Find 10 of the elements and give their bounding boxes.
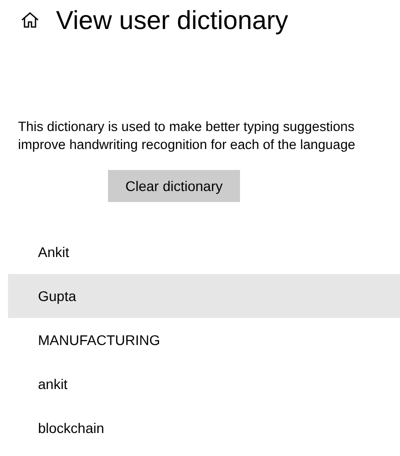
word-list-item[interactable]: ankit	[8, 362, 400, 406]
word-list-item[interactable]: blockchain	[8, 406, 400, 450]
clear-dictionary-button[interactable]: Clear dictionary	[108, 170, 240, 202]
home-icon[interactable]	[20, 10, 40, 30]
page-title: View user dictionary	[56, 4, 288, 36]
description-text: improve handwriting recognition for each of the language	[18, 136, 356, 154]
word-list-item[interactable]: Gupta	[8, 274, 400, 318]
word-list-item[interactable]: MANUFACTURING	[8, 318, 400, 362]
description-text: This dictionary is used to make better typing suggestions	[18, 118, 356, 136]
word-list-item[interactable]: Ankit	[8, 230, 400, 274]
